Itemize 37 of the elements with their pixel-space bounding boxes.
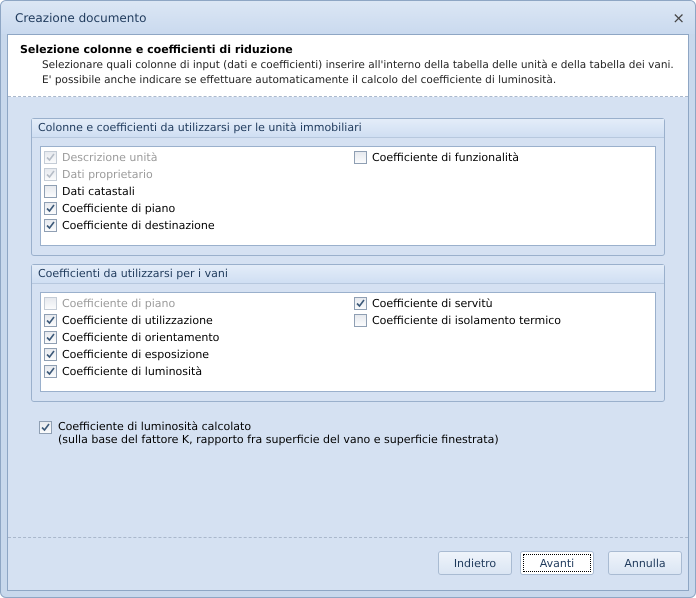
checkbox-label: Descrizione unità [62,151,158,164]
checkbox[interactable] [44,202,57,215]
checkbox[interactable] [44,331,57,344]
checkbox-label: Coefficiente di servitù [372,297,493,310]
checkbox-label: Coefficiente di piano [62,202,176,215]
checkbox[interactable] [44,348,57,361]
checkbox-label: Coefficiente di orientamento [62,331,220,344]
group-title: Coefficienti da utilizzarsi per i vani [32,265,664,284]
checkbox-label: Coefficiente di isolamento termico [372,314,562,327]
checkbox[interactable] [44,314,57,327]
checkbox-label: Coefficiente di luminosità calcolato [58,420,252,433]
checkbox-label: Coefficiente di piano [62,297,176,310]
checkbox[interactable] [44,365,57,378]
checkmark-icon [356,299,365,308]
checkbox-label: Coefficiente di funzionalità [372,151,520,164]
checkbox-label: Coefficiente di utilizzazione [62,314,213,327]
checkbox[interactable] [354,314,367,327]
checkbox-label: Dati proprietario [62,168,153,181]
window-title: Creazione documento [15,10,146,24]
checkbox[interactable] [44,185,57,198]
checkbox-label: Coefficiente di esposizione [62,348,210,361]
option-note: (sulla base del fattore K, rapporto fra superficie del vano e superficie finestrata) [58,433,499,446]
checkbox[interactable] [354,297,367,310]
checkbox-label: Coefficiente di destinazione [62,219,215,232]
header-description: Selezionare quali colonne di input (dati e coefficienti) inserire all'interno della tabella delle unità e della tabella dei vani. E' possibile anche indicare se effettuare automaticamente il calcolo del coefficiente di luminosità. [41,58,675,88]
checkmark-icon [41,423,50,432]
dialog-button[interactable]: Indietro [438,551,512,575]
checkbox-label: Coefficiente di luminosità [62,365,202,378]
header-title: Selezione colonne e coefficienti di riduzione [20,43,294,56]
checkbox[interactable] [39,421,52,434]
dialog-button[interactable]: Avanti [520,551,594,575]
dialog-button[interactable]: Annulla [608,551,682,575]
checkbox-label: Dati catastali [62,185,135,198]
close-button[interactable]: × [672,8,685,26]
checkbox[interactable] [354,151,367,164]
checkbox[interactable] [44,219,57,232]
group-title: Colonne e coefficienti da utilizzarsi per le unità immobiliari [32,119,664,138]
